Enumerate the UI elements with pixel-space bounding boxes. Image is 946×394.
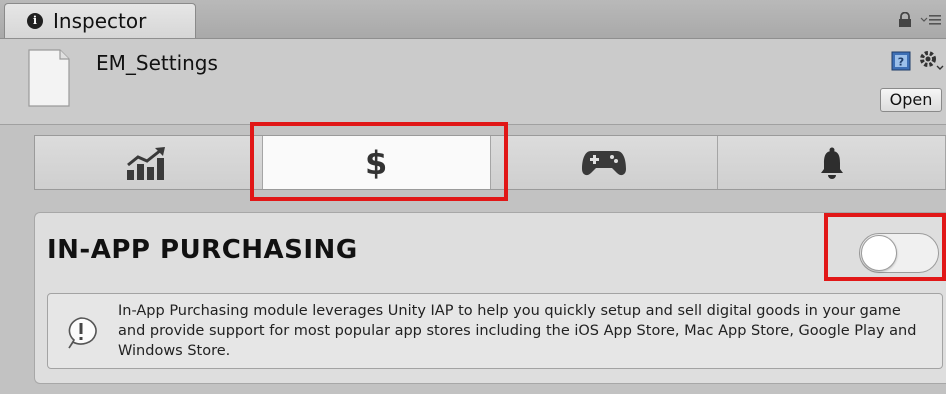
open-button[interactable]: Open — [880, 88, 942, 112]
toggle-knob[interactable] — [861, 235, 897, 271]
tab-notifications[interactable] — [718, 136, 946, 189]
help-book-icon[interactable]: ? — [891, 51, 911, 71]
module-title: IN-APP PURCHASING — [47, 235, 358, 265]
svg-text:?: ? — [898, 56, 904, 69]
info-help-box: In-App Purchasing module leverages Unity… — [47, 293, 943, 369]
inspector-tab[interactable]: i Inspector — [4, 3, 196, 38]
bell-icon — [820, 147, 843, 179]
asset-name: EM_Settings — [96, 51, 218, 75]
inspector-tab-label: Inspector — [53, 9, 147, 33]
lock-icon[interactable] — [898, 12, 912, 28]
module-enable-toggle[interactable] — [859, 233, 939, 273]
tab-in-app-purchasing[interactable]: $ — [262, 136, 491, 189]
tab-ads[interactable] — [491, 136, 719, 189]
exclamation-icon — [68, 317, 97, 349]
gear-icon[interactable] — [918, 49, 944, 73]
info-icon: i — [27, 13, 43, 29]
chart-icon — [127, 146, 166, 180]
dollar-icon: $ — [364, 143, 388, 182]
gamepad-icon — [581, 150, 626, 175]
module-tabs: $ — [34, 135, 946, 190]
module-description: In-App Purchasing module leverages Unity… — [118, 303, 917, 359]
file-icon — [28, 49, 70, 107]
tab-analytics[interactable] — [35, 136, 263, 189]
iap-module-panel: IN-APP PURCHASING In-App Purchasing modu… — [34, 212, 946, 384]
menu-icon[interactable] — [920, 14, 942, 26]
asset-header: EM_Settings ? Open — [0, 39, 946, 125]
window-tab-bar: i Inspector — [0, 0, 946, 39]
